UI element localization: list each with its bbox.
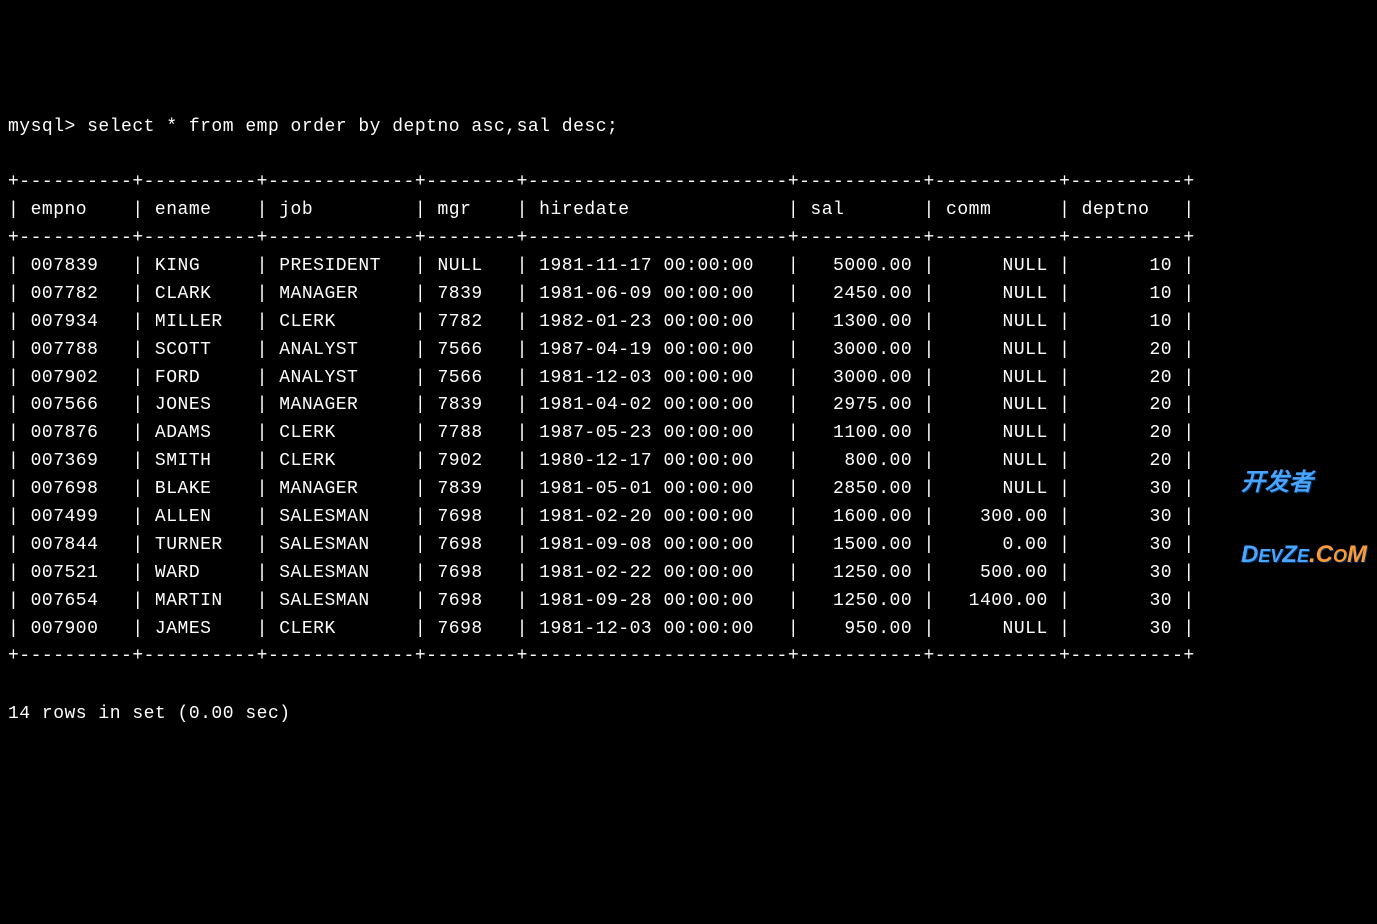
table-row: | 007902 | FORD | ANALYST | 7566 | 1981-…: [8, 365, 1369, 393]
table-row: | 007839 | KING | PRESIDENT | NULL | 198…: [8, 253, 1369, 281]
table-row: | 007499 | ALLEN | SALESMAN | 7698 | 198…: [8, 504, 1369, 532]
table-row: | 007521 | WARD | SALESMAN | 7698 | 1981…: [8, 560, 1369, 588]
result-table: +----------+----------+-------------+---…: [8, 169, 1369, 671]
table-row: | 007698 | BLAKE | MANAGER | 7839 | 1981…: [8, 476, 1369, 504]
table-separator: +----------+----------+-------------+---…: [8, 169, 1369, 197]
sql-prompt: mysql> select * from emp order by deptno…: [8, 114, 1369, 142]
table-separator: +----------+----------+-------------+---…: [8, 225, 1369, 253]
table-row: | 007788 | SCOTT | ANALYST | 7566 | 1987…: [8, 337, 1369, 365]
watermark-logo: 开发者 DEVZE.COM: [1241, 423, 1367, 591]
table-row: | 007934 | MILLER | CLERK | 7782 | 1982-…: [8, 309, 1369, 337]
watermark-line1: 开发者: [1241, 471, 1367, 495]
table-row: | 007369 | SMITH | CLERK | 7902 | 1980-1…: [8, 448, 1369, 476]
table-row: | 007566 | JONES | MANAGER | 7839 | 1981…: [8, 392, 1369, 420]
table-row: | 007844 | TURNER | SALESMAN | 7698 | 19…: [8, 532, 1369, 560]
table-separator: +----------+----------+-------------+---…: [8, 643, 1369, 671]
table-header-row: | empno | ename | job | mgr | hiredate |…: [8, 197, 1369, 225]
table-row: | 007782 | CLARK | MANAGER | 7839 | 1981…: [8, 281, 1369, 309]
table-row: | 007876 | ADAMS | CLERK | 7788 | 1987-0…: [8, 420, 1369, 448]
table-row: | 007654 | MARTIN | SALESMAN | 7698 | 19…: [8, 588, 1369, 616]
result-footer: 14 rows in set (0.00 sec): [8, 701, 1369, 729]
table-row: | 007900 | JAMES | CLERK | 7698 | 1981-1…: [8, 616, 1369, 644]
watermark-line2: DEVZE.COM: [1241, 543, 1367, 567]
